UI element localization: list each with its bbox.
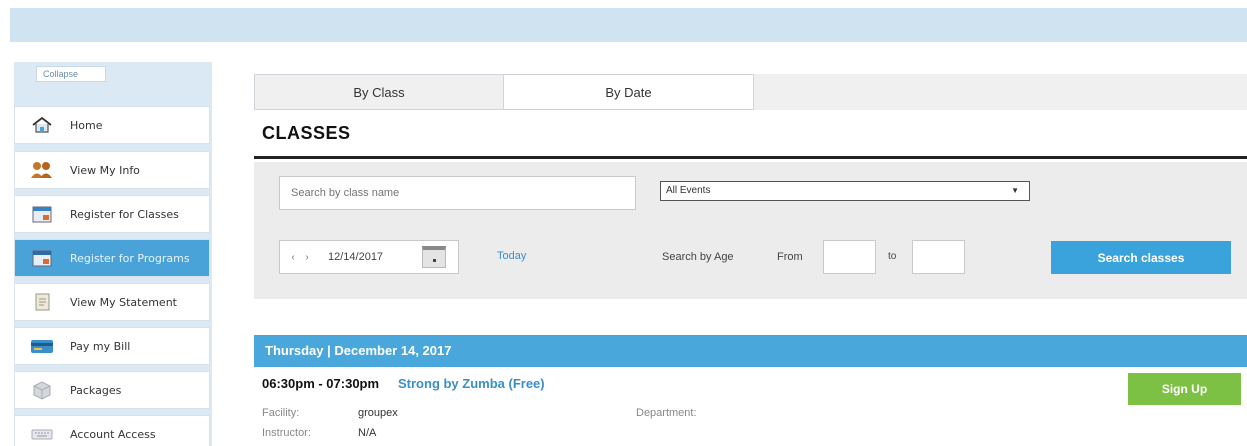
instructor-value: N/A	[358, 427, 377, 439]
sign-up-button[interactable]: Sign Up	[1128, 373, 1241, 405]
sidebar-item-view-my-statement[interactable]: View My Statement	[14, 283, 210, 321]
date-value: 12/14/2017	[328, 251, 384, 263]
events-selected-value: All Events	[666, 185, 711, 196]
search-by-age-label: Search by Age	[662, 251, 734, 263]
page-title: CLASSES	[262, 123, 351, 143]
tab-strip-background	[754, 74, 1247, 110]
age-from-input[interactable]	[823, 240, 876, 274]
age-to-input[interactable]	[912, 240, 965, 274]
sidebar-item-packages[interactable]: Packages	[14, 371, 210, 409]
events-dropdown[interactable]: All Events ▼	[660, 181, 1030, 201]
home-icon	[30, 115, 54, 135]
sidebar-item-pay-my-bill[interactable]: Pay my Bill	[14, 327, 210, 365]
card-icon	[30, 336, 54, 356]
sidebar-item-label: View My Statement	[70, 295, 177, 309]
collapse-button[interactable]: Collapse	[36, 66, 106, 82]
today-link[interactable]: Today	[497, 250, 526, 262]
sidebar-item-home[interactable]: Home	[14, 106, 210, 144]
top-banner	[10, 8, 1247, 42]
date-picker[interactable]: ‹ › 12/14/2017	[279, 240, 459, 274]
sidebar-item-label: View My Info	[70, 163, 140, 177]
sidebar-item-label: Home	[70, 118, 103, 132]
sidebar-item-label: Packages	[70, 383, 122, 397]
calendar-icon[interactable]	[422, 246, 446, 268]
age-to-label: to	[888, 251, 897, 262]
class-name-link[interactable]: Strong by Zumba (Free)	[398, 376, 545, 391]
day-header: Thursday | December 14, 2017	[254, 335, 1247, 367]
tab-by-class[interactable]: By Class	[254, 74, 504, 110]
search-classes-button[interactable]: Search classes	[1051, 241, 1231, 274]
keyboard-icon	[30, 424, 54, 444]
sidebar-item-label: Account Access	[70, 427, 156, 441]
sidebar-item-label: Register for Programs	[70, 251, 190, 265]
calendar-icon	[30, 204, 54, 224]
class-name-search-input[interactable]	[279, 176, 636, 210]
tab-by-date[interactable]: By Date	[503, 74, 754, 110]
people-icon	[30, 160, 54, 180]
sidebar-item-view-my-info[interactable]: View My Info	[14, 151, 210, 189]
calendar-icon	[30, 248, 54, 268]
sidebar-item-label: Register for Classes	[70, 207, 179, 221]
instructor-label: Instructor:	[262, 427, 311, 439]
chevron-down-icon: ▼	[1011, 186, 1019, 195]
sidebar-item-register-for-classes[interactable]: Register for Classes	[14, 195, 210, 233]
next-date-button[interactable]: ›	[300, 252, 314, 263]
facility-value: groupex	[358, 407, 398, 419]
statement-icon	[30, 292, 54, 312]
title-divider	[254, 156, 1247, 159]
department-label: Department:	[636, 407, 697, 419]
sidebar-item-register-for-programs[interactable]: Register for Programs	[14, 239, 210, 277]
package-icon	[30, 380, 54, 400]
sidebar-item-account-access[interactable]: Account Access	[14, 415, 210, 446]
sidebar-item-label: Pay my Bill	[70, 339, 131, 353]
age-from-label: From	[777, 251, 803, 263]
previous-date-button[interactable]: ‹	[286, 252, 300, 263]
facility-label: Facility:	[262, 407, 300, 419]
class-time: 06:30pm - 07:30pm	[262, 376, 380, 391]
sidebar: Collapse Home View My Info Register for …	[14, 62, 212, 446]
